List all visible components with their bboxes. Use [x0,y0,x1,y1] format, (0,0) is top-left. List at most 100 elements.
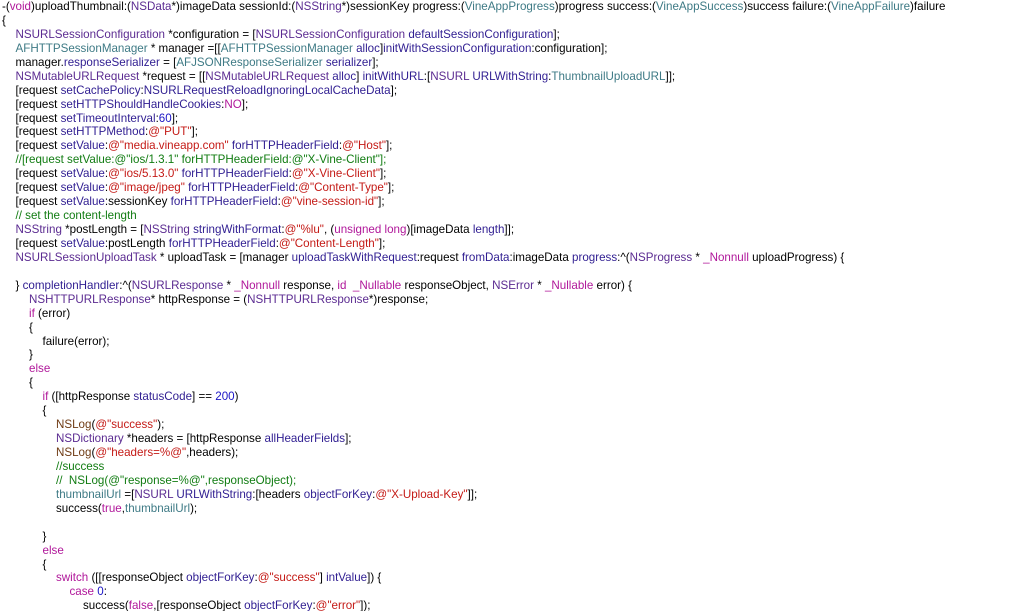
code-token-type: NSURLSessionConfiguration [255,27,406,41]
code-line[interactable]: //success [2,460,1016,474]
code-token-method: setHTTPShouldHandleCookies [60,97,222,111]
code-line[interactable]: [request setValue:@"media.vineapp.com" f… [2,139,1016,153]
code-token-method: setValue [60,236,105,250]
code-line[interactable]: else [2,362,1016,376]
code-line[interactable]: NSURLSessionUploadTask * uploadTask = [m… [2,251,1016,265]
code-token-plain: error) { [593,278,632,292]
code-token-plain: } [42,529,47,543]
code-line[interactable]: NSHTTPURLResponse* httpResponse = (NSHTT… [2,293,1016,307]
code-token-type: NSDictionary [56,432,124,446]
code-line[interactable]: [request setValue:@"ios/5.13.0" forHTTPH… [2,167,1016,181]
code-token-type: NSString [295,0,342,13]
code-token-string: @"headers=%@" [95,446,187,459]
code-line[interactable]: if ([httpResponse statusCode] == 200) [2,390,1016,404]
code-line[interactable]: [request setTimeoutInterval:60]; [2,112,1016,126]
code-token-plain: *request = [[ [139,69,206,83]
code-token-type: NSHTTPURLResponse [247,292,369,306]
code-line[interactable] [2,265,1016,279]
code-line[interactable]: [request setCachePolicy:NSURLRequestRelo… [2,84,1016,98]
code-token-keyword: _Nullable [544,278,594,292]
code-token-method: fromData [461,250,510,264]
code-token-plain: [request [15,195,61,209]
code-token-plain: *)sessionKey progress:( [341,0,465,13]
code-line[interactable]: AFHTTPSessionManager * manager =[[AFHTTP… [2,42,1016,56]
code-token-string: @"X-Upload-Key" [375,487,468,501]
code-line[interactable]: NSLog(@"headers=%@",headers); [2,446,1016,460]
code-token-plain: { [42,404,47,418]
code-line[interactable]: { [2,404,1016,418]
code-token-method: statusCode [133,390,193,404]
code-token-keyword: switch [56,571,89,585]
code-line[interactable]: { [2,376,1016,390]
code-token-plain: * [533,278,545,292]
code-line[interactable]: NSString *postLength = [NSString stringW… [2,223,1016,237]
code-token-method: completionHandler [22,278,120,292]
code-token-class: AFHTTPSessionManager [15,41,148,55]
code-line[interactable]: //[request setValue:@"ios/1.3.1" forHTTP… [2,153,1016,167]
code-line[interactable]: case 0: [2,585,1016,599]
code-token-plain: [request [15,236,61,250]
code-token-plain: uploadProgress) { [748,250,845,264]
code-token-string: @"Content-Length" [278,236,379,250]
code-line[interactable]: // NSLog(@"response=%@",responseObject); [2,474,1016,488]
code-line[interactable]: [request setHTTPMethod:@"PUT"]; [2,125,1016,139]
code-token-keyword: case [69,585,95,599]
code-line[interactable]: if (error) [2,307,1016,321]
code-line[interactable]: NSDictionary *headers = [httpResponse al… [2,432,1016,446]
code-token-string: @"Host" [342,139,386,153]
code-line[interactable]: else [2,544,1016,558]
code-token-plain: ]]; [665,69,676,83]
code-token-keyword: _Nonnull [703,250,749,264]
code-line[interactable]: -(void)uploadThumbnail:(NSData*)imageDat… [2,0,1016,14]
code-line[interactable]: failure(error); [2,335,1016,349]
code-line[interactable]: { [2,14,1016,28]
code-line[interactable]: } [2,530,1016,544]
code-token-plain: ]) { [367,571,382,585]
code-token-method: responseSerializer [63,55,160,69]
code-line[interactable]: [request setValue:postLength forHTTPHead… [2,237,1016,251]
code-line[interactable]: [request setValue:sessionKey forHTTPHead… [2,195,1016,209]
code-editor[interactable]: -(void)uploadThumbnail:(NSData*)imageDat… [0,0,1016,611]
code-token-method: progress [572,250,618,264]
code-line[interactable]: NSLog(@"success"); [2,418,1016,432]
code-token-plain: ]; [553,27,560,41]
code-token-keyword: NO [224,97,242,111]
code-line[interactable]: success(false,[responseObject objectForK… [2,599,1016,611]
code-token-plain: [request [15,167,61,181]
code-token-method: forHTTPHeaderField [181,167,289,181]
code-line[interactable]: manager.responseSerializer = [AFJSONResp… [2,56,1016,70]
code-line[interactable]: { [2,558,1016,572]
code-token-macro: NSLog [56,446,92,459]
code-token-type: NSString [143,223,190,236]
code-line[interactable]: success(true,thumbnailUrl); [2,502,1016,516]
code-line[interactable]: [request setHTTPShouldHandleCookies:NO]; [2,98,1016,112]
code-token-string: @"error" [315,599,361,611]
code-token-plain: ) [234,390,239,404]
code-token-type: NSURL [430,69,470,83]
code-line[interactable]: // set the content-length [2,209,1016,223]
code-text-area[interactable]: -(void)uploadThumbnail:(NSData*)imageDat… [2,0,1016,611]
code-token-plain: ); [190,501,198,515]
code-token-type: NSHTTPURLResponse [29,292,151,306]
code-token-plain: * uploadTask = [manager [156,250,292,264]
code-token-plain: ]; [171,111,179,125]
code-line[interactable]: NSMutableURLRequest *request = [[NSMutab… [2,70,1016,84]
code-token-plain: :configuration]; [531,41,608,55]
code-line[interactable]: { [2,321,1016,335]
code-token-class: VineAppFailure [830,0,911,13]
code-token-method: setValue [60,181,105,195]
code-token-plain: failure(error); [42,334,110,348]
code-line[interactable]: NSURLSessionConfiguration *configuration… [2,28,1016,42]
code-token-method: objectForKey [244,599,313,611]
code-line[interactable]: } completionHandler:^(NSURLResponse * _N… [2,279,1016,293]
code-line[interactable]: thumbnailUrl =[NSURL URLWithString:[head… [2,488,1016,502]
code-line[interactable]: [request setValue:@"image/jpeg" forHTTPH… [2,181,1016,195]
code-token-method: objectForKey [303,487,373,501]
code-line[interactable]: switch ([[responseObject objectForKey:@"… [2,571,1016,585]
code-line[interactable]: } [2,348,1016,362]
code-token-plain: success( [56,501,102,515]
code-token-method: forHTTPHeaderField [170,195,278,209]
code-token-plain: ]); [360,599,371,611]
code-line[interactable] [2,516,1016,530]
code-token-plain: :^( [617,250,630,264]
